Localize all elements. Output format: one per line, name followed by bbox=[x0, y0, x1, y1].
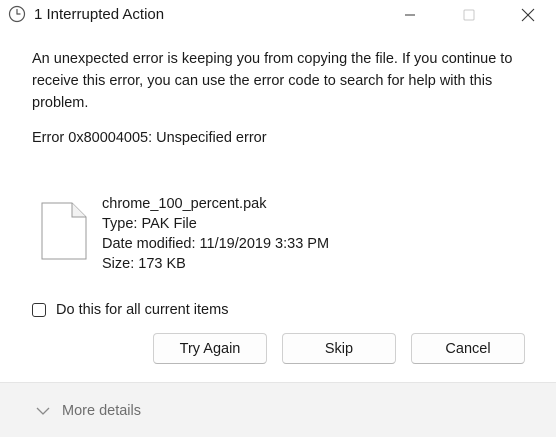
file-name: chrome_100_percent.pak bbox=[102, 196, 267, 212]
maximize-icon bbox=[463, 9, 475, 21]
dialog-footer: More details bbox=[0, 382, 556, 437]
try-again-button[interactable]: Try Again bbox=[153, 333, 267, 364]
more-details-label[interactable]: More details bbox=[62, 403, 141, 419]
close-button[interactable] bbox=[505, 0, 551, 30]
document-icon bbox=[41, 202, 87, 260]
chevron-down-icon bbox=[36, 407, 50, 415]
clock-icon bbox=[8, 5, 26, 23]
apply-to-all-checkbox-row[interactable]: Do this for all current items bbox=[32, 302, 228, 318]
title-bar: 1 Interrupted Action bbox=[0, 0, 556, 30]
minimize-icon bbox=[405, 14, 415, 16]
error-code: Error 0x80004005: Unspecified error bbox=[32, 130, 267, 146]
close-icon bbox=[521, 8, 535, 22]
file-date-modified: Date modified: 11/19/2019 3:33 PM bbox=[102, 236, 330, 252]
window-title: 1 Interrupted Action bbox=[34, 6, 165, 23]
file-size: Size: 173 KB bbox=[102, 256, 186, 272]
error-message: An unexpected error is keeping you from … bbox=[32, 51, 513, 111]
interrupted-action-dialog: 1 Interrupted Action An unexpected error… bbox=[0, 0, 556, 437]
skip-button[interactable]: Skip bbox=[282, 333, 396, 364]
more-details-toggle[interactable]: More details bbox=[36, 403, 141, 419]
apply-to-all-checkbox[interactable] bbox=[32, 303, 46, 317]
cancel-button[interactable]: Cancel bbox=[411, 333, 525, 364]
maximize-button[interactable] bbox=[446, 0, 492, 30]
minimize-button[interactable] bbox=[387, 0, 433, 30]
file-type: Type: PAK File bbox=[102, 216, 197, 232]
file-details: chrome_100_percent.pak Type: PAK File Da… bbox=[102, 194, 329, 274]
apply-to-all-label[interactable]: Do this for all current items bbox=[56, 302, 228, 318]
